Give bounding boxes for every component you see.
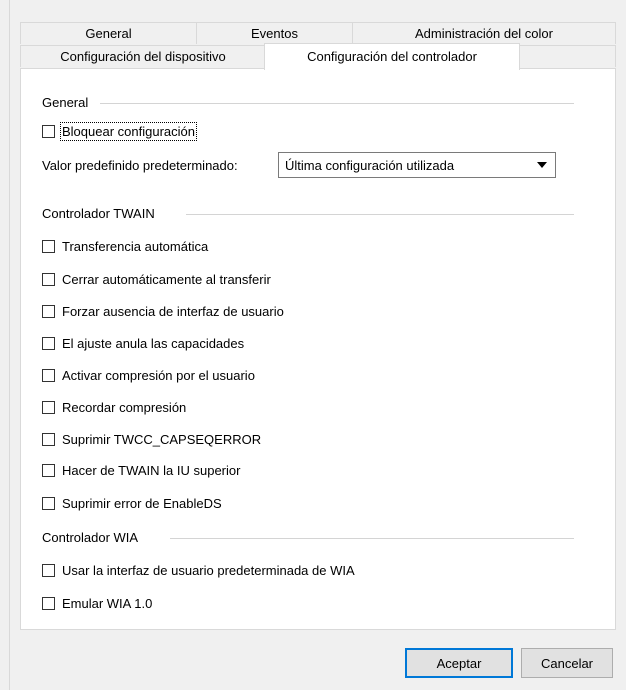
twain-group-title: Controlador TWAIN [42, 206, 161, 221]
twain-option-checkbox[interactable]: Cerrar automáticamente al transferir [42, 270, 271, 288]
checkbox-label: El ajuste anula las capacidades [62, 335, 245, 351]
checkbox-box[interactable] [42, 463, 55, 477]
twain-option-checkbox[interactable]: El ajuste anula las capacidades [42, 334, 244, 352]
lock-settings-checkbox[interactable]: Bloquear configuración [42, 121, 197, 141]
checkbox-box[interactable] [42, 304, 55, 318]
checkbox-label: Transferencia automática [62, 238, 209, 254]
twain-option-checkbox[interactable]: Suprimir error de EnableDS [42, 494, 222, 512]
checkbox-box[interactable] [42, 239, 55, 253]
cancel-button[interactable]: Cancelar [521, 648, 613, 678]
checkbox-box[interactable] [42, 596, 55, 610]
wia-option-checkbox[interactable]: Usar la interfaz de usuario predetermina… [42, 561, 355, 579]
preset-select-value: Última configuración utilizada [285, 157, 455, 173]
checkbox-label: Bloquear configuración [60, 121, 197, 141]
twain-option-checkbox[interactable]: Transferencia automática [42, 237, 208, 255]
twain-option-checkbox[interactable]: Recordar compresión [42, 398, 186, 416]
checkbox-box[interactable] [42, 496, 55, 510]
checkbox-label: Activar compresión por el usuario [62, 367, 255, 383]
checkbox-label: Recordar compresión [62, 399, 187, 415]
twain-group-line [186, 214, 574, 215]
general-group-line [100, 103, 574, 104]
twain-option-checkbox[interactable]: Hacer de TWAIN la IU superior [42, 461, 240, 479]
checkbox-box[interactable] [42, 336, 55, 350]
wia-group-line [170, 538, 574, 539]
chevron-down-icon[interactable] [537, 162, 547, 168]
checkbox-label: Emular WIA 1.0 [62, 595, 153, 611]
checkbox-label: Forzar ausencia de interfaz de usuario [62, 303, 284, 319]
preset-label: Valor predefinido predeterminado: [42, 158, 238, 173]
checkbox-box[interactable] [42, 368, 55, 382]
accept-button[interactable]: Aceptar [405, 648, 513, 678]
general-group-title: General [42, 95, 95, 110]
checkbox-box[interactable] [42, 400, 55, 414]
twain-option-checkbox[interactable]: Activar compresión por el usuario [42, 366, 255, 384]
checkbox-label: Cerrar automáticamente al transferir [62, 271, 271, 287]
checkbox-label: Usar la interfaz de usuario predetermina… [62, 562, 355, 578]
checkbox-label: Hacer de TWAIN la IU superior [62, 462, 241, 478]
checkbox-box[interactable] [42, 124, 55, 138]
twain-option-checkbox[interactable]: Suprimir TWCC_CAPSEQERROR [42, 430, 261, 448]
panel-content: General Bloquear configuración Valor pre… [0, 0, 626, 690]
checkbox-box[interactable] [42, 432, 55, 446]
checkbox-box[interactable] [42, 272, 55, 286]
wia-option-checkbox[interactable]: Emular WIA 1.0 [42, 594, 152, 612]
wia-group-title: Controlador WIA [42, 530, 145, 545]
checkbox-label: Suprimir error de EnableDS [62, 495, 222, 511]
checkbox-box[interactable] [42, 563, 55, 577]
preset-select[interactable]: Última configuración utilizada [278, 152, 556, 178]
checkbox-label: Suprimir TWCC_CAPSEQERROR [62, 431, 262, 447]
twain-option-checkbox[interactable]: Forzar ausencia de interfaz de usuario [42, 302, 284, 320]
